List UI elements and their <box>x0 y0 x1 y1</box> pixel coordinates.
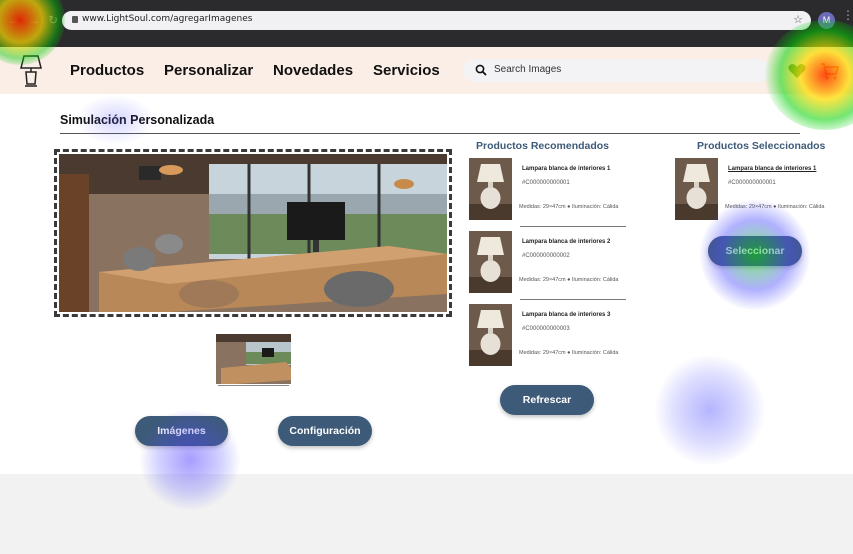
lamp-product-image <box>469 158 512 220</box>
site-header: Productos Personalizar Novedades Servici… <box>0 47 853 94</box>
profile-avatar[interactable]: M <box>818 12 835 29</box>
lamp-product-image <box>675 158 718 220</box>
bookmark-star-icon[interactable]: ☆ <box>793 13 803 26</box>
nav-servicios[interactable]: Servicios <box>373 62 440 79</box>
recommended-title: Productos Recomendados <box>476 140 610 152</box>
browser-nav: ← → ↻ <box>8 14 58 26</box>
lamp-product-image <box>469 231 512 293</box>
selected-title: Productos Seleccionados <box>697 140 826 152</box>
main-content: Simulación Personalizada Imágenes Config… <box>0 94 853 474</box>
product-code: #C000000000003 <box>522 326 570 332</box>
title-divider <box>60 133 800 134</box>
product-name-link[interactable]: Lampara blanca de interiores 1 <box>728 166 816 172</box>
nav-productos[interactable]: Productos <box>70 62 144 79</box>
thumbnail-underline <box>218 385 289 386</box>
heart-icon[interactable] <box>788 63 806 79</box>
product-code: #C000000000001 <box>728 180 776 186</box>
product-specs: Medidas: 29×47cm ● Iluminación: Cálida <box>519 277 619 283</box>
product-code: #C000000000001 <box>522 180 570 186</box>
image-thumbnail[interactable] <box>216 334 291 384</box>
configuration-button[interactable]: Configuración <box>278 416 372 446</box>
lock-icon <box>72 16 78 23</box>
reload-icon[interactable]: ↻ <box>48 14 58 26</box>
product-divider <box>520 299 626 300</box>
product-name: Lampara blanca de interiores 2 <box>522 239 611 245</box>
browser-menu-icon[interactable]: ⋮ <box>842 9 853 21</box>
product-specs: Medidas: 29×47cm ● Iluminación: Cálida <box>519 350 619 356</box>
selected-product[interactable]: Lampara blanca de interiores 1 #C0000000… <box>675 158 850 222</box>
browser-toolbar: ← → ↻ www.LightSoul.com/agregarImagenes … <box>0 0 853 47</box>
product-name: Lampara blanca de interiores 1 <box>522 166 611 172</box>
refresh-button[interactable]: Refrescar <box>500 385 594 415</box>
search-input[interactable]: Search Images <box>463 59 770 82</box>
lamp-product-image <box>469 304 512 366</box>
list-item[interactable]: Lampara blanca de interiores 3 #C0000000… <box>469 304 639 368</box>
images-button[interactable]: Imágenes <box>135 416 228 446</box>
search-placeholder: Search Images <box>494 64 562 75</box>
office-room-image <box>59 154 447 312</box>
page-title: Simulación Personalizada <box>60 113 215 127</box>
select-button[interactable]: Seleccionar <box>708 236 802 266</box>
url-text: www.LightSoul.com/agregarImagenes <box>82 14 253 24</box>
back-icon[interactable]: ← <box>8 14 20 26</box>
cart-icon[interactable] <box>820 61 840 81</box>
address-bar[interactable]: www.LightSoul.com/agregarImagenes ☆ <box>62 11 811 30</box>
nav-personalizar[interactable]: Personalizar <box>164 62 253 79</box>
product-name: Lampara blanca de interiores 3 <box>522 312 611 318</box>
list-item[interactable]: Lampara blanca de interiores 1 #C0000000… <box>469 158 639 222</box>
list-item[interactable]: Lampara blanca de interiores 2 #C0000000… <box>469 231 639 295</box>
product-divider <box>520 226 626 227</box>
search-icon <box>475 64 487 76</box>
product-code: #C000000000002 <box>522 253 570 259</box>
product-specs: Medidas: 29×47cm ● Iluminación: Cálida <box>519 204 619 210</box>
forward-icon[interactable]: → <box>28 14 40 26</box>
simulation-canvas[interactable] <box>54 149 452 317</box>
lamp-logo-icon[interactable] <box>18 54 44 88</box>
product-specs: Medidas: 29×47cm ● Iluminación: Cálida <box>725 204 825 210</box>
nav-novedades[interactable]: Novedades <box>273 62 353 79</box>
